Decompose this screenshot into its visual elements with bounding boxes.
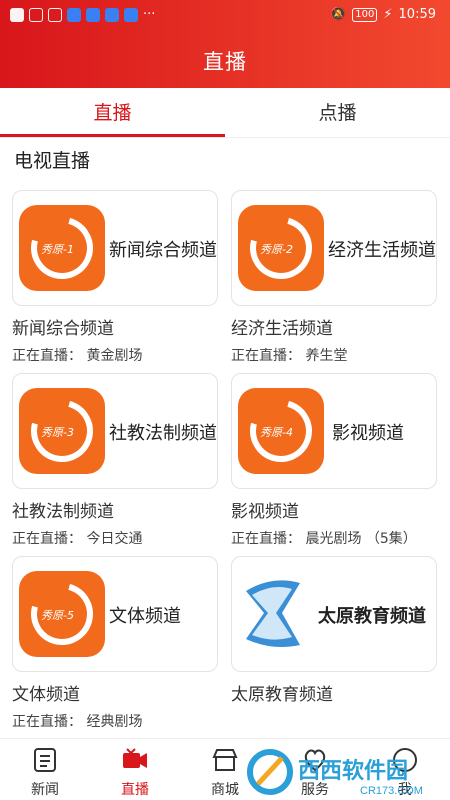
nav-item-news[interactable]: 新闻 bbox=[0, 739, 90, 800]
app-notification-icon bbox=[105, 7, 119, 22]
channel-logo-text: 文体频道 bbox=[109, 606, 181, 627]
mute-icon: 🔕 bbox=[330, 7, 347, 22]
tab-bar: 直播 点播 bbox=[0, 88, 450, 138]
channel-name: 太原教育频道 bbox=[231, 685, 333, 705]
channel-now-playing: 正在直播： 经典剧场 bbox=[12, 714, 143, 730]
channel-card[interactable]: 秀原-4 影视频道 影视频道 正在直播： 晨光剧场 （5集） bbox=[231, 373, 439, 548]
charging-icon: ⚡ bbox=[383, 7, 393, 22]
channel-card[interactable]: 太原教育频道 太原教育频道 bbox=[231, 556, 439, 705]
news-icon bbox=[34, 748, 56, 772]
live-camera-icon bbox=[123, 748, 147, 768]
channel-now-playing: 正在直播： 晨光剧场 （5集） bbox=[231, 531, 417, 547]
channel-name: 影视频道 bbox=[231, 502, 299, 522]
shop-icon bbox=[212, 749, 238, 771]
tab-vod[interactable]: 点播 bbox=[225, 88, 450, 137]
app-notification-icon bbox=[67, 7, 81, 22]
channel-logo-icon: 秀原-5 bbox=[19, 571, 105, 657]
channel-now-playing: 正在直播： 养生堂 bbox=[231, 348, 348, 364]
channel-card[interactable]: 秀原-3 社教法制频道 社教法制频道 正在直播： 今日交通 bbox=[12, 373, 220, 548]
channel-card[interactable]: 秀原-1 新闻综合频道 新闻综合频道 正在直播： 黄金剧场 bbox=[12, 190, 220, 365]
channel-thumbnail[interactable]: 秀原-4 影视频道 bbox=[231, 373, 437, 489]
status-bar: ··· 🔕 100 ⚡ 10:59 bbox=[0, 0, 450, 32]
app-header: ··· 🔕 100 ⚡ 10:59 直播 bbox=[0, 0, 450, 88]
battery-indicator: 100 bbox=[352, 7, 378, 22]
channel-name: 文体频道 bbox=[12, 685, 80, 705]
clock: 10:59 bbox=[398, 7, 436, 22]
channel-name: 社教法制频道 bbox=[12, 502, 114, 522]
channel-logo-text: 新闻综合频道 bbox=[109, 240, 217, 261]
nav-label: 直播 bbox=[121, 782, 149, 798]
alert-icon bbox=[10, 7, 24, 22]
channel-logo-icon: 秀原-4 bbox=[238, 388, 324, 474]
channel-logo-text: 社教法制频道 bbox=[109, 423, 217, 444]
app-notification-icon bbox=[124, 7, 138, 22]
usb-icon bbox=[48, 7, 62, 22]
section-title: 电视直播 bbox=[14, 150, 91, 172]
nav-label: 新闻 bbox=[31, 782, 59, 798]
app-notification-icon bbox=[86, 7, 100, 22]
nav-item-live[interactable]: 直播 bbox=[90, 739, 180, 800]
status-left-icons: ··· bbox=[10, 7, 155, 22]
channel-thumbnail[interactable]: 秀原-3 社教法制频道 bbox=[12, 373, 218, 489]
channel-thumbnail[interactable]: 秀原-1 新闻综合频道 bbox=[12, 190, 218, 306]
tab-live[interactable]: 直播 bbox=[0, 88, 225, 137]
status-right: 🔕 100 ⚡ 10:59 bbox=[330, 7, 436, 22]
channel-now-playing: 正在直播： 黄金剧场 bbox=[12, 348, 143, 364]
svg-text:CR173.COM: CR173.COM bbox=[360, 785, 423, 797]
channel-logo-text: 太原教育频道 bbox=[318, 606, 426, 627]
channel-name: 经济生活频道 bbox=[231, 319, 333, 339]
channel-logo-icon: 秀原-2 bbox=[238, 205, 324, 291]
channel-logo-icon: 秀原-1 bbox=[19, 205, 105, 291]
page-title: 直播 bbox=[203, 50, 247, 74]
education-channel-logo-icon bbox=[246, 580, 300, 647]
more-notifications-icon: ··· bbox=[143, 7, 156, 22]
channel-thumbnail[interactable]: 秀原-2 经济生活频道 bbox=[231, 190, 437, 306]
channel-logo-text: 经济生活频道 bbox=[328, 240, 436, 261]
channel-card[interactable]: 秀原-2 经济生活频道 经济生活频道 正在直播： 养生堂 bbox=[231, 190, 439, 365]
channel-now-playing: 正在直播： 今日交通 bbox=[12, 531, 143, 547]
site-watermark: 西西软件园 CR173.COM bbox=[247, 749, 423, 797]
wifi-icon bbox=[29, 7, 43, 22]
channel-name: 新闻综合频道 bbox=[12, 319, 114, 339]
svg-text:西西软件园: 西西软件园 bbox=[298, 758, 408, 783]
channel-logo-icon: 秀原-3 bbox=[19, 388, 105, 474]
channel-logo-text: 影视频道 bbox=[332, 423, 404, 444]
channel-thumbnail[interactable]: 太原教育频道 bbox=[231, 556, 437, 672]
channel-thumbnail[interactable]: 秀原-5 文体频道 bbox=[12, 556, 218, 672]
channel-card[interactable]: 秀原-5 文体频道 文体频道 正在直播： 经典剧场 bbox=[12, 556, 220, 731]
